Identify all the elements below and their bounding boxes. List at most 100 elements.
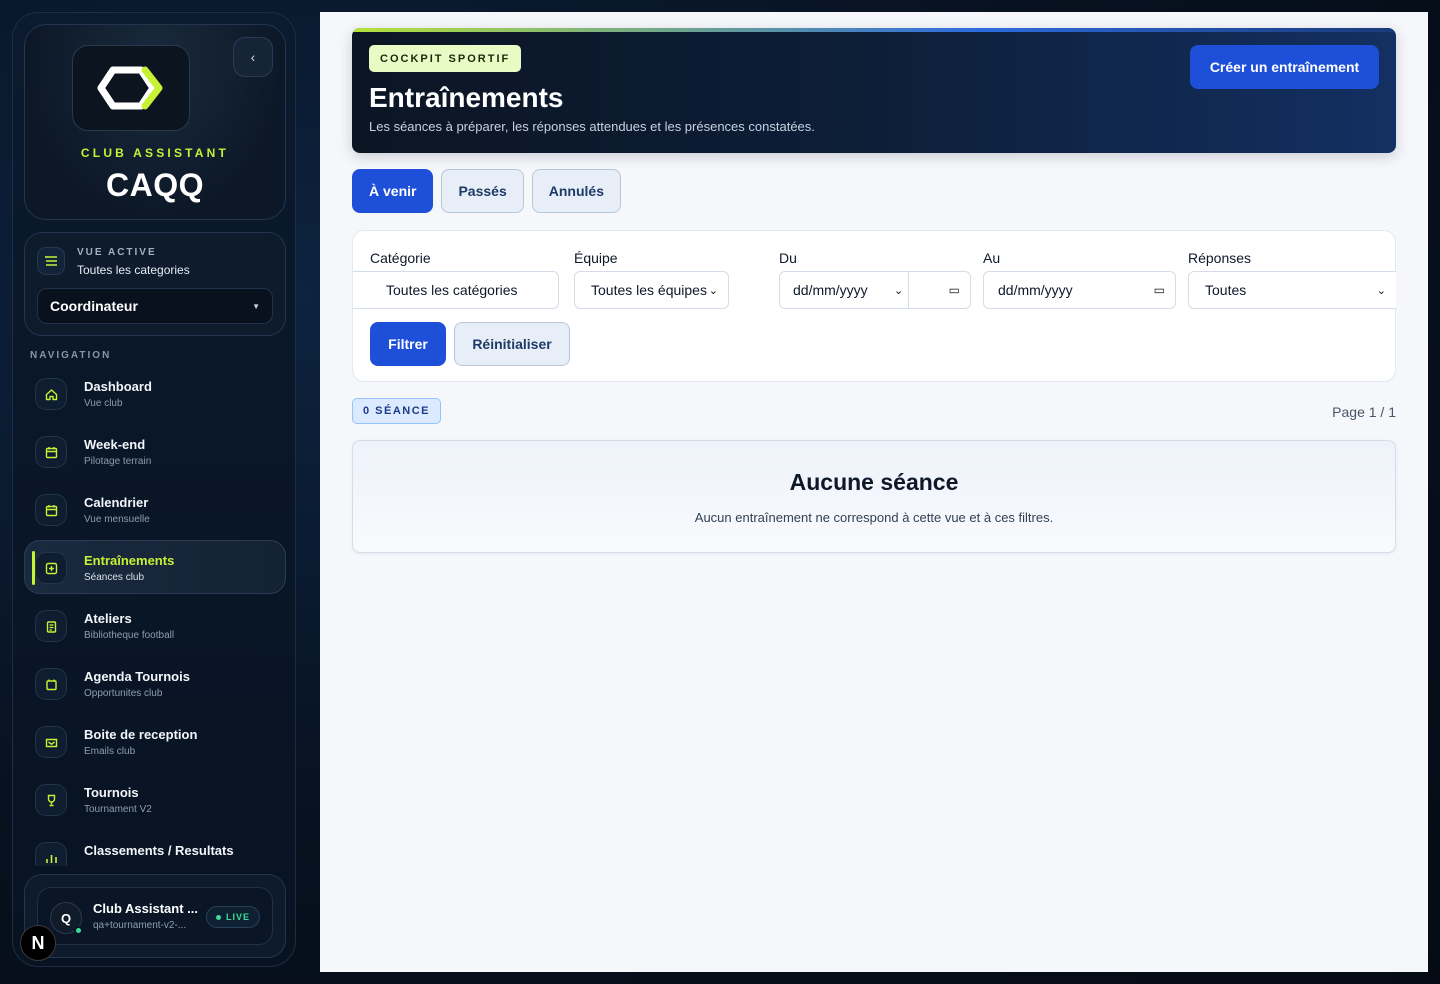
list-icon: [37, 247, 65, 275]
chevron-down-icon: ⌄: [894, 284, 904, 297]
team-select-value: Toutes les équipes: [591, 282, 707, 298]
active-view-kicker: VUE ACTIVE: [77, 247, 157, 258]
sidebar-item-label: Boite de reception: [84, 727, 198, 742]
from-date-label: Du: [779, 250, 797, 266]
chevron-left-icon: ‹: [250, 49, 256, 65]
sidebar-item-entrainements[interactable]: Entraînements Séances club: [24, 540, 286, 594]
create-training-button[interactable]: Créer un entraînement: [1190, 45, 1379, 89]
nextjs-logo-icon: N: [31, 932, 45, 953]
sidebar-item-label: Calendrier: [84, 495, 149, 510]
pagination-info: Page 1 / 1: [1332, 404, 1396, 420]
sidebar-item-sub: Opportunites club: [84, 688, 163, 699]
sidebar-item-label: Dashboard: [84, 379, 152, 394]
live-badge-label: LIVE: [225, 912, 250, 922]
inbox-icon: [35, 726, 67, 758]
sidebar-item-week-end[interactable]: Week-end Pilotage terrain: [24, 424, 286, 478]
collapse-sidebar-button[interactable]: ‹: [233, 37, 273, 77]
tab-past[interactable]: Passés: [441, 169, 524, 213]
sidebar-item-sub: Emails club: [84, 746, 136, 757]
avatar: Q: [50, 902, 83, 935]
category-select-value: Toutes les catégories: [386, 282, 518, 298]
responses-select-value: Toutes: [1205, 282, 1247, 298]
empty-state: Aucune séance Aucun entraînement ne corr…: [352, 440, 1396, 553]
active-view-card: VUE ACTIVE Toutes les categories Coordin…: [24, 232, 286, 336]
page-hero: COCKPIT SPORTIF Entraînements Les séance…: [352, 28, 1396, 153]
live-dot-icon: [215, 914, 221, 920]
nav-list: Dashboard Vue club Week-end Pilotage ter…: [24, 366, 286, 866]
sidebar-item-agenda-tournois[interactable]: Agenda Tournois Opportunites club: [24, 656, 286, 710]
from-date-value: dd/mm/yyyy: [793, 282, 868, 298]
team-select[interactable]: Toutes les équipes ⌄: [574, 271, 729, 309]
sidebar-item-dashboard[interactable]: Dashboard Vue club: [24, 366, 286, 420]
chart-icon: [35, 842, 67, 866]
sidebar-item-tournois[interactable]: Tournois Tournament V2: [24, 772, 286, 826]
user-name: Club Assistant ...: [93, 901, 198, 916]
sidebar-item-label: Tournois: [84, 785, 139, 800]
calendar-icon: ▭: [948, 283, 960, 297]
calendar-icon: [35, 494, 67, 526]
clipboard-icon: [35, 610, 67, 642]
category-label: Catégorie: [370, 250, 431, 266]
sidebar-item-classements[interactable]: Classements / Resultats: [24, 830, 286, 866]
sidebar-item-sub: Séances club: [84, 572, 145, 583]
empty-state-title: Aucune séance: [789, 469, 959, 495]
sidebar-item-sub: Vue mensuelle: [84, 514, 150, 525]
field-divider: [908, 271, 909, 309]
filter-button[interactable]: Filtrer: [370, 322, 446, 366]
sidebar-item-label: Ateliers: [84, 611, 132, 626]
user-profile[interactable]: Q Club Assistant ... qa+tournament-v2-..…: [37, 887, 273, 945]
nav-title: NAVIGATION: [30, 350, 112, 361]
sidebar-item-sub: Bibliotheque football: [84, 630, 175, 641]
sidebar-item-label: Week-end: [84, 437, 146, 452]
filter-panel: Catégorie Toutes les catégories Équipe T…: [352, 230, 1396, 382]
live-badge: LIVE: [205, 906, 260, 928]
club-logo: [72, 45, 190, 131]
reset-button[interactable]: Réinitialiser: [454, 322, 570, 366]
page-title: Entraînements: [369, 82, 564, 113]
brand-name: CAQQ: [106, 167, 204, 203]
sidebar: ‹ CLUB ASSISTANT CAQQ VUE ACTIVE Toutes …: [12, 12, 296, 967]
from-date-input[interactable]: dd/mm/yyyy ⌄ ▭: [779, 271, 971, 309]
page-description: Les séances à préparer, les réponses att…: [369, 119, 815, 134]
chevron-down-icon: ⌄: [1376, 284, 1386, 297]
user-card: Q Club Assistant ... qa+tournament-v2-..…: [24, 874, 286, 958]
sidebar-item-sub: Vue club: [84, 398, 123, 409]
brand-kicker: CLUB ASSISTANT: [80, 146, 230, 160]
sidebar-item-calendrier[interactable]: Calendrier Vue mensuelle: [24, 482, 286, 536]
sidebar-item-ateliers[interactable]: Ateliers Bibliotheque football: [24, 598, 286, 652]
calendar-icon: ▭: [1153, 283, 1165, 297]
to-date-input[interactable]: dd/mm/yyyy ▭: [983, 271, 1176, 309]
empty-state-description: Aucun entraînement ne correspond à cette…: [694, 510, 1054, 525]
main-content: COCKPIT SPORTIF Entraînements Les séance…: [320, 12, 1428, 972]
online-status-dot: [74, 926, 83, 935]
caret-down-icon: ▼: [252, 301, 260, 311]
chevron-down-icon: ⌄: [708, 284, 718, 297]
sidebar-item-boite-de-reception[interactable]: Boite de reception Emails club: [24, 714, 286, 768]
team-label: Équipe: [574, 250, 618, 266]
to-date-label: Au: [983, 250, 1001, 266]
hero-kicker: COCKPIT SPORTIF: [369, 45, 522, 72]
sidebar-item-label: Entraînements: [84, 553, 175, 568]
calendar-icon: [35, 436, 67, 468]
sidebar-item-sub: Pilotage terrain: [84, 456, 152, 467]
responses-label: Réponses: [1188, 250, 1252, 266]
training-tabs: À venir Passés Annulés: [352, 169, 621, 213]
sidebar-item-sub: Tournament V2: [84, 804, 152, 815]
category-select[interactable]: Toutes les catégories: [353, 271, 559, 309]
tab-upcoming[interactable]: À venir: [352, 169, 434, 213]
avatar-initial: Q: [60, 910, 72, 926]
session-count-badge: 0 SÉANCE: [352, 398, 442, 424]
brand-card: ‹ CLUB ASSISTANT CAQQ: [24, 24, 286, 220]
role-select[interactable]: Coordinateur ▼: [37, 288, 273, 324]
folder-icon: [35, 668, 67, 700]
sidebar-item-label: Agenda Tournois: [84, 669, 190, 684]
user-email: qa+tournament-v2-...: [93, 920, 187, 931]
tab-cancelled[interactable]: Annulés: [531, 169, 621, 213]
nextjs-dev-badge[interactable]: N: [20, 925, 56, 961]
to-date-value: dd/mm/yyyy: [998, 282, 1073, 298]
responses-select[interactable]: Toutes ⌄: [1188, 271, 1396, 309]
sidebar-item-label: Classements / Resultats: [84, 843, 234, 858]
home-icon: [35, 378, 67, 410]
trophy-icon: [35, 784, 67, 816]
logo-icon: [97, 66, 163, 110]
